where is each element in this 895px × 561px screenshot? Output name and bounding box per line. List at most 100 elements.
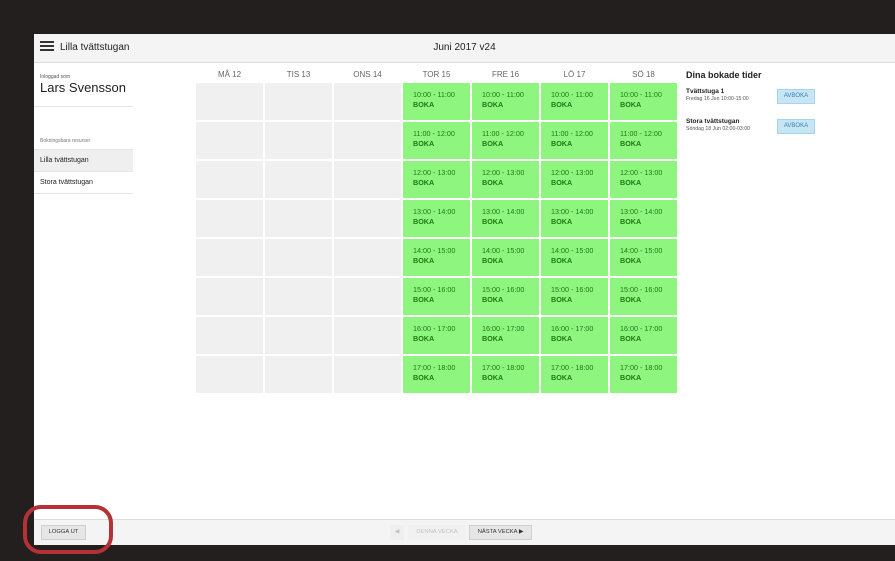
time-slot[interactable]: 15:00 - 16:00 BOKA [541, 278, 608, 315]
slot-time: 14:00 - 15:00 [482, 246, 525, 255]
time-slot[interactable]: 10:00 - 11:00 BOKA [403, 83, 470, 120]
unavailable-slot [196, 278, 263, 315]
previous-week-button[interactable]: ◀ [390, 525, 404, 540]
time-slot[interactable]: 14:00 - 15:00 BOKA [403, 239, 470, 276]
slot-time: 14:00 - 15:00 [620, 246, 663, 255]
time-slot[interactable]: 15:00 - 16:00 BOKA [472, 278, 539, 315]
book-label: BOKA [551, 178, 573, 187]
this-week-button[interactable]: DENNA VECKA [408, 525, 466, 540]
unavailable-slot [265, 161, 332, 198]
unavailable-slot [196, 122, 263, 159]
user-name: Lars Svensson [40, 80, 126, 95]
time-slot[interactable]: 14:00 - 15:00 BOKA [472, 239, 539, 276]
book-label: BOKA [482, 217, 504, 226]
time-slot[interactable]: 11:00 - 12:00 BOKA [541, 122, 608, 159]
unavailable-slot [334, 239, 401, 276]
book-label: BOKA [413, 373, 435, 382]
book-label: BOKA [413, 334, 435, 343]
book-label: BOKA [620, 139, 642, 148]
time-slot[interactable]: 10:00 - 11:00 BOKA [472, 83, 539, 120]
book-label: BOKA [482, 100, 504, 109]
time-slot[interactable]: 17:00 - 18:00 BOKA [472, 356, 539, 393]
unavailable-slot [196, 239, 263, 276]
day-header: FRE 16 [491, 70, 520, 79]
time-slot[interactable]: 15:00 - 16:00 BOKA [610, 278, 677, 315]
unavailable-slot [265, 122, 332, 159]
book-label: BOKA [620, 334, 642, 343]
book-label: BOKA [620, 256, 642, 265]
unavailable-slot [334, 122, 401, 159]
time-slot[interactable]: 13:00 - 14:00 BOKA [472, 200, 539, 237]
time-slot[interactable]: 10:00 - 11:00 BOKA [541, 83, 608, 120]
slot-time: 16:00 - 17:00 [413, 324, 456, 333]
time-slot[interactable]: 13:00 - 14:00 BOKA [541, 200, 608, 237]
unavailable-slot [265, 83, 332, 120]
slot-time: 10:00 - 11:00 [551, 90, 593, 99]
book-label: BOKA [482, 373, 504, 382]
booked-item: Tvättstuga 1 Fredag 16 Jun 10:00-15:00 A… [686, 88, 816, 108]
book-label: BOKA [482, 334, 504, 343]
unavailable-slot [196, 200, 263, 237]
unavailable-slot [265, 278, 332, 315]
book-label: BOKA [551, 100, 573, 109]
time-slot[interactable]: 12:00 - 13:00 BOKA [610, 161, 677, 198]
time-slot[interactable]: 14:00 - 15:00 BOKA [610, 239, 677, 276]
book-label: BOKA [620, 373, 642, 382]
time-slot[interactable]: 11:00 - 12:00 BOKA [403, 122, 470, 159]
time-slot[interactable]: 17:00 - 18:00 BOKA [610, 356, 677, 393]
week-title: Juni 2017 v24 [433, 42, 496, 53]
unavailable-slot [334, 83, 401, 120]
time-slot[interactable]: 16:00 - 17:00 BOKA [403, 317, 470, 354]
time-slot[interactable]: 16:00 - 17:00 BOKA [541, 317, 608, 354]
unavailable-slot [196, 161, 263, 198]
time-slot[interactable]: 12:00 - 13:00 BOKA [403, 161, 470, 198]
time-slot[interactable]: 11:00 - 12:00 BOKA [610, 122, 677, 159]
booked-times-title: Dina bokade tider [686, 70, 762, 80]
time-slot[interactable]: 15:00 - 16:00 BOKA [403, 278, 470, 315]
time-slot[interactable]: 17:00 - 18:00 BOKA [403, 356, 470, 393]
slot-time: 13:00 - 14:00 [482, 207, 525, 216]
book-label: BOKA [620, 100, 642, 109]
time-slot[interactable]: 12:00 - 13:00 BOKA [472, 161, 539, 198]
day-header: SÖ 18 [632, 70, 655, 79]
unavailable-slot [265, 356, 332, 393]
time-slot[interactable]: 11:00 - 12:00 BOKA [472, 122, 539, 159]
slot-time: 11:00 - 12:00 [551, 129, 593, 138]
slot-time: 17:00 - 18:00 [482, 363, 525, 372]
slot-time: 17:00 - 18:00 [551, 363, 594, 372]
book-label: BOKA [551, 295, 573, 304]
slot-time: 14:00 - 15:00 [551, 246, 594, 255]
unavailable-slot [265, 239, 332, 276]
slot-time: 12:00 - 13:00 [620, 168, 663, 177]
cancel-booking-button[interactable]: AVBOKA [777, 119, 815, 134]
slot-time: 13:00 - 14:00 [551, 207, 594, 216]
slot-time: 10:00 - 11:00 [413, 90, 455, 99]
slot-time: 16:00 - 17:00 [551, 324, 594, 333]
sidebar-item-stora-tvattstugan[interactable]: Stora tvättstugan [34, 172, 133, 193]
next-week-button[interactable]: NÄSTA VECKA ▶ [469, 525, 532, 540]
day-header: ONS 14 [353, 70, 382, 79]
sidebar-item-lilla-tvattstugan[interactable]: Lilla tvättstugan [34, 150, 133, 171]
cancel-booking-button[interactable]: AVBOKA [777, 89, 815, 104]
time-slot[interactable]: 12:00 - 13:00 BOKA [541, 161, 608, 198]
book-label: BOKA [620, 178, 642, 187]
day-header: TIS 13 [286, 70, 311, 79]
sidebar-divider [34, 193, 133, 194]
book-label: BOKA [551, 139, 573, 148]
time-slot[interactable]: 16:00 - 17:00 BOKA [610, 317, 677, 354]
unavailable-slot [334, 317, 401, 354]
time-slot[interactable]: 13:00 - 14:00 BOKA [610, 200, 677, 237]
day-header: LÖ 17 [563, 70, 586, 79]
app-bar: Lilla tvättstugan Juni 2017 v24 [34, 34, 895, 63]
book-label: BOKA [551, 334, 573, 343]
slot-time: 15:00 - 16:00 [551, 285, 594, 294]
time-slot[interactable]: 14:00 - 15:00 BOKA [541, 239, 608, 276]
book-label: BOKA [482, 139, 504, 148]
time-slot[interactable]: 17:00 - 18:00 BOKA [541, 356, 608, 393]
time-slot[interactable]: 13:00 - 14:00 BOKA [403, 200, 470, 237]
book-label: BOKA [413, 295, 435, 304]
time-slot[interactable]: 10:00 - 11:00 BOKA [610, 83, 677, 120]
booked-item-time: Söndag 18 Jun 02:00-03:00 [686, 126, 751, 132]
time-slot[interactable]: 16:00 - 17:00 BOKA [472, 317, 539, 354]
day-header: TOR 15 [422, 70, 451, 79]
